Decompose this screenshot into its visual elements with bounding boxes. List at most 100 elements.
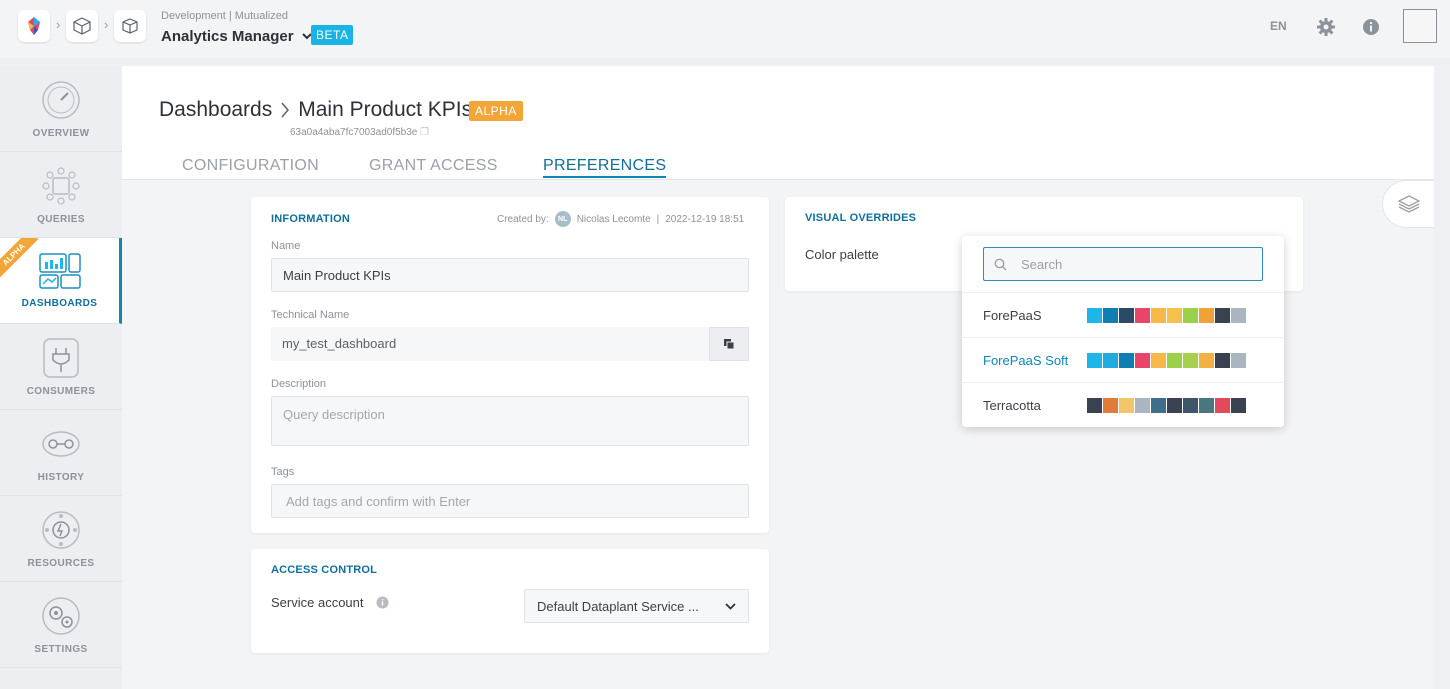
copy-icon[interactable]: ❐ xyxy=(420,127,429,138)
forepaas-logo-icon[interactable] xyxy=(18,10,50,42)
color-swatch xyxy=(1151,397,1166,413)
gear-icon xyxy=(42,597,80,635)
color-swatch xyxy=(1183,352,1198,368)
breadcrumb: Dashboards Main Product KPIs xyxy=(159,98,472,122)
service-account-select[interactable]: Default Dataplant Service ... xyxy=(524,589,749,623)
sidebar-item-queries[interactable]: QUERIES xyxy=(0,152,122,238)
info-icon[interactable] xyxy=(376,596,389,609)
information-title: INFORMATION xyxy=(271,213,350,225)
color-swatch xyxy=(1103,397,1118,413)
app-switcher[interactable]: Analytics Manager xyxy=(161,28,312,45)
page-header: Dashboards Main Product KPIs ALPHA 63a0a… xyxy=(122,66,1434,180)
created-by-meta: Created by: NL Nicolas Lecomte | 2022-12… xyxy=(497,211,744,227)
tab-configuration[interactable]: CONFIGURATION xyxy=(182,157,319,175)
sidebar-item-label: SETTINGS xyxy=(34,644,88,655)
sidebar-item-label: OVERVIEW xyxy=(32,128,90,139)
search-icon xyxy=(994,258,1007,270)
color-swatch xyxy=(1199,352,1214,368)
access-control-card: ACCESS CONTROL Service account Default D… xyxy=(251,549,769,653)
visual-overrides-title: VISUAL OVERRIDES xyxy=(805,212,917,224)
sidebar-item-settings[interactable]: SETTINGS xyxy=(0,582,122,668)
color-swatch xyxy=(1199,307,1214,323)
layers-icon xyxy=(1397,195,1420,213)
color-swatch xyxy=(1151,352,1166,368)
history-icon xyxy=(42,431,80,457)
technical-name-label: Technical Name xyxy=(271,309,350,321)
breadcrumb-dashboards[interactable]: Dashboards xyxy=(159,98,272,122)
palette-option-forepaas-soft[interactable]: ForePaaS Soft xyxy=(962,337,1284,382)
sidebar: OVERVIEW QUERIES ALPHA DASHBOARDS CONSUM… xyxy=(0,66,122,689)
palette-search-input[interactable]: Search xyxy=(983,247,1263,281)
palette-swatches xyxy=(1087,307,1246,323)
tags-input[interactable]: Add tags and confirm with Enter xyxy=(271,484,749,518)
page-title: Main Product KPIs xyxy=(298,98,473,121)
color-swatch xyxy=(1119,352,1134,368)
sidebar-item-overview[interactable]: OVERVIEW xyxy=(0,66,122,152)
color-swatch xyxy=(1231,352,1246,368)
sidebar-item-label: DASHBOARDS xyxy=(21,298,98,309)
color-swatch xyxy=(1167,307,1182,323)
beta-badge: BETA xyxy=(311,25,354,45)
information-card: INFORMATION Created by: NL Nicolas Lecom… xyxy=(251,197,769,533)
user-avatar[interactable] xyxy=(1403,9,1437,43)
sidebar-item-label: QUERIES xyxy=(37,214,85,225)
description-label: Description xyxy=(271,378,327,390)
color-swatch xyxy=(1087,352,1102,368)
sidebar-item-resources[interactable]: RESOURCES xyxy=(0,496,122,582)
tab-preferences[interactable]: PREFERENCES xyxy=(543,157,667,178)
copy-button[interactable] xyxy=(709,327,749,361)
service-account-row: Service account xyxy=(271,595,389,610)
info-icon[interactable] xyxy=(1361,17,1381,37)
name-input[interactable]: Main Product KPIs xyxy=(271,258,749,292)
top-bar: › › Development | Mutualized Analytics M… xyxy=(0,0,1450,58)
color-swatch xyxy=(1135,397,1150,413)
palette-swatches xyxy=(1087,352,1246,368)
layers-button[interactable] xyxy=(1382,180,1434,228)
plug-icon xyxy=(43,338,79,378)
color-swatch xyxy=(1103,352,1118,368)
project-cube-icon[interactable] xyxy=(66,10,98,42)
color-swatch xyxy=(1167,352,1182,368)
app-title: Analytics Manager xyxy=(161,28,294,45)
queries-icon xyxy=(42,167,80,205)
description-input[interactable]: Query description xyxy=(271,396,749,446)
tab-grant-access[interactable]: GRANT ACCESS xyxy=(369,157,498,175)
sidebar-item-label: CONSUMERS xyxy=(26,386,96,397)
palette-option-forepaas[interactable]: ForePaaS xyxy=(962,292,1284,337)
gauge-icon xyxy=(42,81,80,119)
technical-id[interactable]: 63a0a4aba7fc7003ad0f5b3e ❐ xyxy=(290,127,429,138)
chevron-right-icon: › xyxy=(56,17,61,32)
sidebar-item-dashboards[interactable]: ALPHA DASHBOARDS xyxy=(0,238,122,324)
chevron-down-icon xyxy=(725,602,736,610)
color-swatch xyxy=(1231,307,1246,323)
chevron-right-icon xyxy=(281,102,290,118)
app-box-icon[interactable] xyxy=(114,10,146,42)
color-palette-dropdown: Search ForePaaS ForePaaS Soft Terracotta xyxy=(962,236,1284,427)
alpha-ribbon: ALPHA xyxy=(0,238,39,279)
palette-name: Terracotta xyxy=(983,397,1041,413)
sidebar-item-label: HISTORY xyxy=(37,472,85,483)
color-swatch xyxy=(1135,352,1150,368)
color-swatch xyxy=(1119,307,1134,323)
palette-option-terracotta[interactable]: Terracotta xyxy=(962,382,1284,427)
color-swatch xyxy=(1215,352,1230,368)
color-swatch xyxy=(1087,307,1102,323)
copy-icon xyxy=(724,339,735,350)
tags-label: Tags xyxy=(271,466,295,478)
author-name: Nicolas Lecomte xyxy=(576,213,651,225)
color-swatch xyxy=(1215,307,1230,323)
service-account-label: Service account xyxy=(271,595,364,610)
color-swatch xyxy=(1199,397,1214,413)
color-swatch xyxy=(1183,397,1198,413)
color-swatch xyxy=(1135,307,1150,323)
color-swatch xyxy=(1087,397,1102,413)
color-palette-label: Color palette xyxy=(805,247,879,262)
palette-name: ForePaaS Soft xyxy=(983,352,1069,368)
sidebar-item-consumers[interactable]: CONSUMERS xyxy=(0,324,122,410)
gear-icon[interactable] xyxy=(1316,17,1336,37)
resources-icon xyxy=(42,511,80,549)
sidebar-item-history[interactable]: HISTORY xyxy=(0,410,122,496)
color-swatch xyxy=(1183,307,1198,323)
language-selector[interactable]: EN xyxy=(1270,19,1287,33)
color-swatch xyxy=(1215,397,1230,413)
